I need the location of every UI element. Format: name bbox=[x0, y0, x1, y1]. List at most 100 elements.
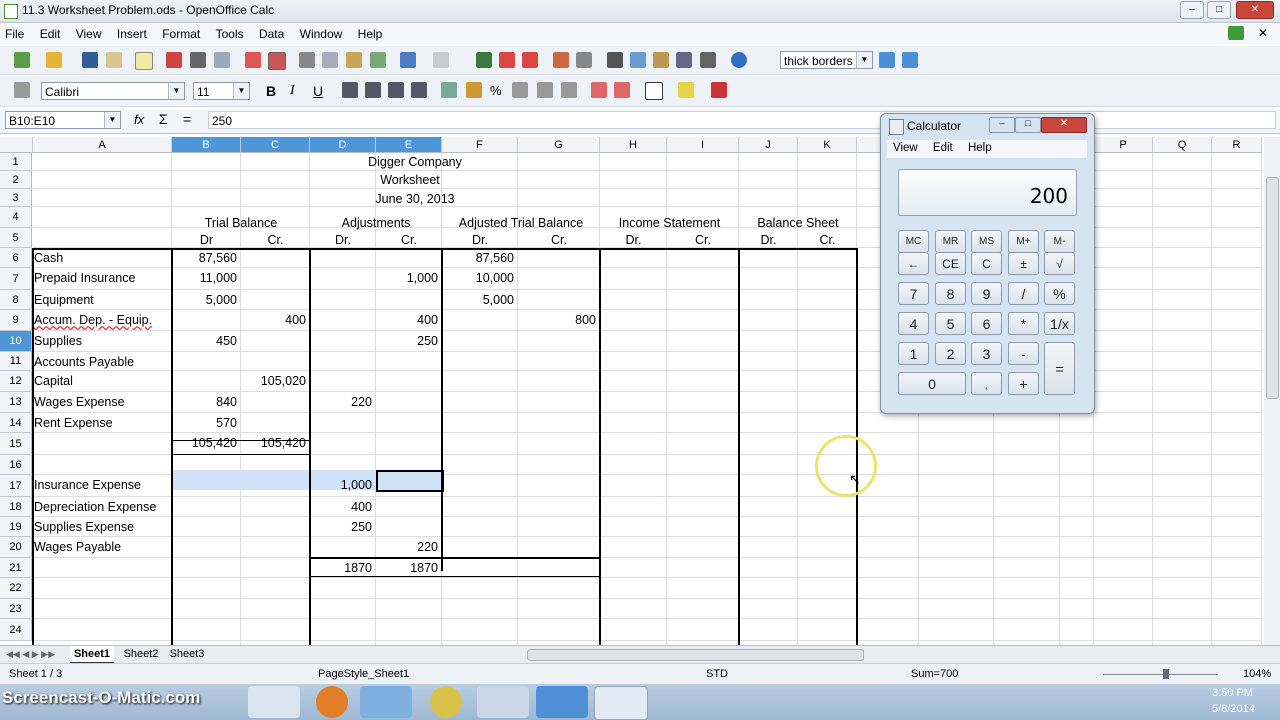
row-header-17[interactable]: 17 bbox=[0, 475, 32, 497]
col-header-I[interactable]: I bbox=[667, 137, 739, 153]
vertical-scrollbar[interactable] bbox=[1264, 137, 1280, 645]
selection-mode[interactable]: STD bbox=[706, 668, 728, 680]
function-wizard-icon[interactable]: fx bbox=[134, 112, 144, 127]
menu-edit[interactable]: Edit bbox=[34, 24, 67, 44]
menu-help[interactable]: Help bbox=[352, 24, 389, 44]
align-right-icon[interactable] bbox=[388, 82, 404, 98]
subheader-I[interactable]: Cr. bbox=[667, 233, 739, 247]
calc-key-multiply[interactable]: * bbox=[1008, 312, 1039, 335]
new-icon[interactable] bbox=[14, 52, 30, 68]
row-header-18[interactable]: 18 bbox=[0, 497, 32, 517]
calc-key-5[interactable]: 5 bbox=[935, 312, 966, 335]
menu-format[interactable]: Format bbox=[156, 24, 206, 44]
row-header-9[interactable]: 9 bbox=[0, 310, 32, 331]
tab-sheet1[interactable]: Sheet1 bbox=[70, 646, 114, 664]
zoom-icon[interactable] bbox=[700, 52, 716, 68]
account-r18[interactable]: Depreciation Expense bbox=[34, 500, 156, 514]
calc-close-button[interactable]: ✕ bbox=[1041, 117, 1087, 133]
col-header-R[interactable]: R bbox=[1212, 137, 1262, 153]
col-header-D[interactable]: D bbox=[310, 137, 376, 153]
cell-b14[interactable]: 570 bbox=[172, 416, 237, 430]
calc-key-9[interactable]: 9 bbox=[971, 282, 1002, 305]
cell-c9[interactable]: 400 bbox=[241, 313, 306, 327]
account-r17[interactable]: Insurance Expense bbox=[34, 478, 141, 492]
calc-key-subtract[interactable]: - bbox=[1008, 342, 1039, 365]
hdr-income-statement[interactable]: Income Statement bbox=[600, 216, 739, 230]
cell-g9[interactable]: 800 bbox=[518, 313, 596, 327]
paste-icon[interactable] bbox=[346, 52, 362, 68]
copy-icon[interactable] bbox=[322, 52, 338, 68]
col-header-B[interactable]: B bbox=[172, 137, 241, 153]
row-header-16[interactable]: 16 bbox=[0, 455, 32, 475]
export-pdf-icon[interactable] bbox=[166, 52, 182, 68]
company-name[interactable]: Digger Company bbox=[310, 155, 520, 169]
calc-key-clear[interactable]: C bbox=[971, 252, 1002, 275]
maximize-button[interactable]: □ bbox=[1207, 1, 1231, 19]
chevron-down-icon[interactable]: ▼ bbox=[168, 83, 184, 99]
account-r7[interactable]: Prepaid Insurance bbox=[34, 271, 135, 285]
account-r10[interactable]: Supplies bbox=[34, 334, 82, 348]
hyperlink-icon[interactable] bbox=[476, 52, 492, 68]
cell-d18[interactable]: 400 bbox=[310, 500, 372, 514]
cell-f7[interactable]: 10,000 bbox=[442, 271, 514, 285]
col-header-H[interactable]: H bbox=[600, 137, 667, 153]
delete-decimal-icon[interactable] bbox=[561, 82, 577, 98]
subheader-K[interactable]: Cr. bbox=[798, 233, 857, 247]
row-header-1[interactable]: 1 bbox=[0, 153, 32, 171]
taskbar-app-1[interactable] bbox=[248, 686, 300, 718]
calc-menu-edit[interactable]: Edit bbox=[927, 140, 959, 154]
taskbar-app-5[interactable] bbox=[477, 686, 529, 718]
subheader-D[interactable]: Dr. bbox=[310, 233, 376, 247]
menu-tools[interactable]: Tools bbox=[210, 24, 250, 44]
row-header-5[interactable]: 5 bbox=[0, 228, 32, 248]
col-header-A[interactable]: A bbox=[33, 137, 172, 153]
minimize-button[interactable]: – bbox=[1180, 1, 1204, 19]
col-header-C[interactable]: C bbox=[241, 137, 310, 153]
currency-icon[interactable] bbox=[466, 82, 482, 98]
cell-e7[interactable]: 1,000 bbox=[376, 271, 438, 285]
menu-file[interactable]: File bbox=[0, 24, 30, 44]
calc-key-mplus[interactable]: M+ bbox=[1008, 230, 1039, 253]
cell-b8[interactable]: 5,000 bbox=[172, 293, 237, 307]
chevron-down-icon[interactable]: ▼ bbox=[104, 112, 120, 128]
print-icon[interactable] bbox=[190, 52, 206, 68]
redo-icon[interactable] bbox=[433, 52, 449, 68]
number-format-icon[interactable] bbox=[512, 82, 528, 98]
calc-key-mminus[interactable]: M- bbox=[1044, 230, 1075, 253]
openoffice-taskbar-icon[interactable] bbox=[536, 686, 588, 718]
calc-key-2[interactable]: 2 bbox=[935, 342, 966, 365]
calc-key-sqrt[interactable]: √ bbox=[1044, 252, 1075, 275]
find-icon[interactable] bbox=[607, 52, 623, 68]
apply-style-icon[interactable] bbox=[879, 52, 895, 68]
update-style-icon[interactable] bbox=[902, 52, 918, 68]
justify-icon[interactable] bbox=[411, 82, 427, 98]
name-box[interactable]: B10:E10 ▼ bbox=[5, 111, 121, 129]
scroll-thumb[interactable] bbox=[1266, 177, 1279, 399]
subheader-B[interactable]: Dr bbox=[172, 233, 241, 247]
menu-insert[interactable]: Insert bbox=[111, 24, 153, 44]
calc-key-ce[interactable]: CE bbox=[935, 252, 966, 275]
clone-format-icon[interactable] bbox=[370, 52, 386, 68]
decrease-indent-icon[interactable] bbox=[591, 82, 607, 98]
calc-key-0[interactable]: 0 bbox=[898, 372, 966, 395]
update-icon[interactable] bbox=[1228, 26, 1244, 40]
styles-icon[interactable] bbox=[14, 82, 30, 98]
row-header-7[interactable]: 7 bbox=[0, 268, 32, 290]
row-header-6[interactable]: 6 bbox=[0, 248, 32, 268]
account-r9[interactable]: Accum. Dep. - Equip. bbox=[34, 313, 152, 327]
row-header-19[interactable]: 19 bbox=[0, 517, 32, 537]
undo-icon[interactable] bbox=[400, 52, 416, 68]
subheader-F[interactable]: Dr. bbox=[442, 233, 518, 247]
close-button[interactable]: ✕ bbox=[1236, 1, 1274, 19]
cut-icon[interactable] bbox=[299, 52, 315, 68]
spellcheck-icon[interactable] bbox=[245, 52, 261, 68]
account-r14[interactable]: Rent Expense bbox=[34, 416, 113, 430]
zoom-slider-knob[interactable] bbox=[1163, 669, 1169, 679]
subheader-C[interactable]: Cr. bbox=[241, 233, 310, 247]
doc-title[interactable]: Worksheet bbox=[310, 173, 510, 187]
zoom-slider[interactable] bbox=[1103, 674, 1218, 675]
borders-icon[interactable] bbox=[645, 82, 663, 100]
percent-icon[interactable]: % bbox=[490, 83, 502, 98]
italic-icon[interactable]: I bbox=[290, 83, 295, 99]
cell-d19[interactable]: 250 bbox=[310, 520, 372, 534]
